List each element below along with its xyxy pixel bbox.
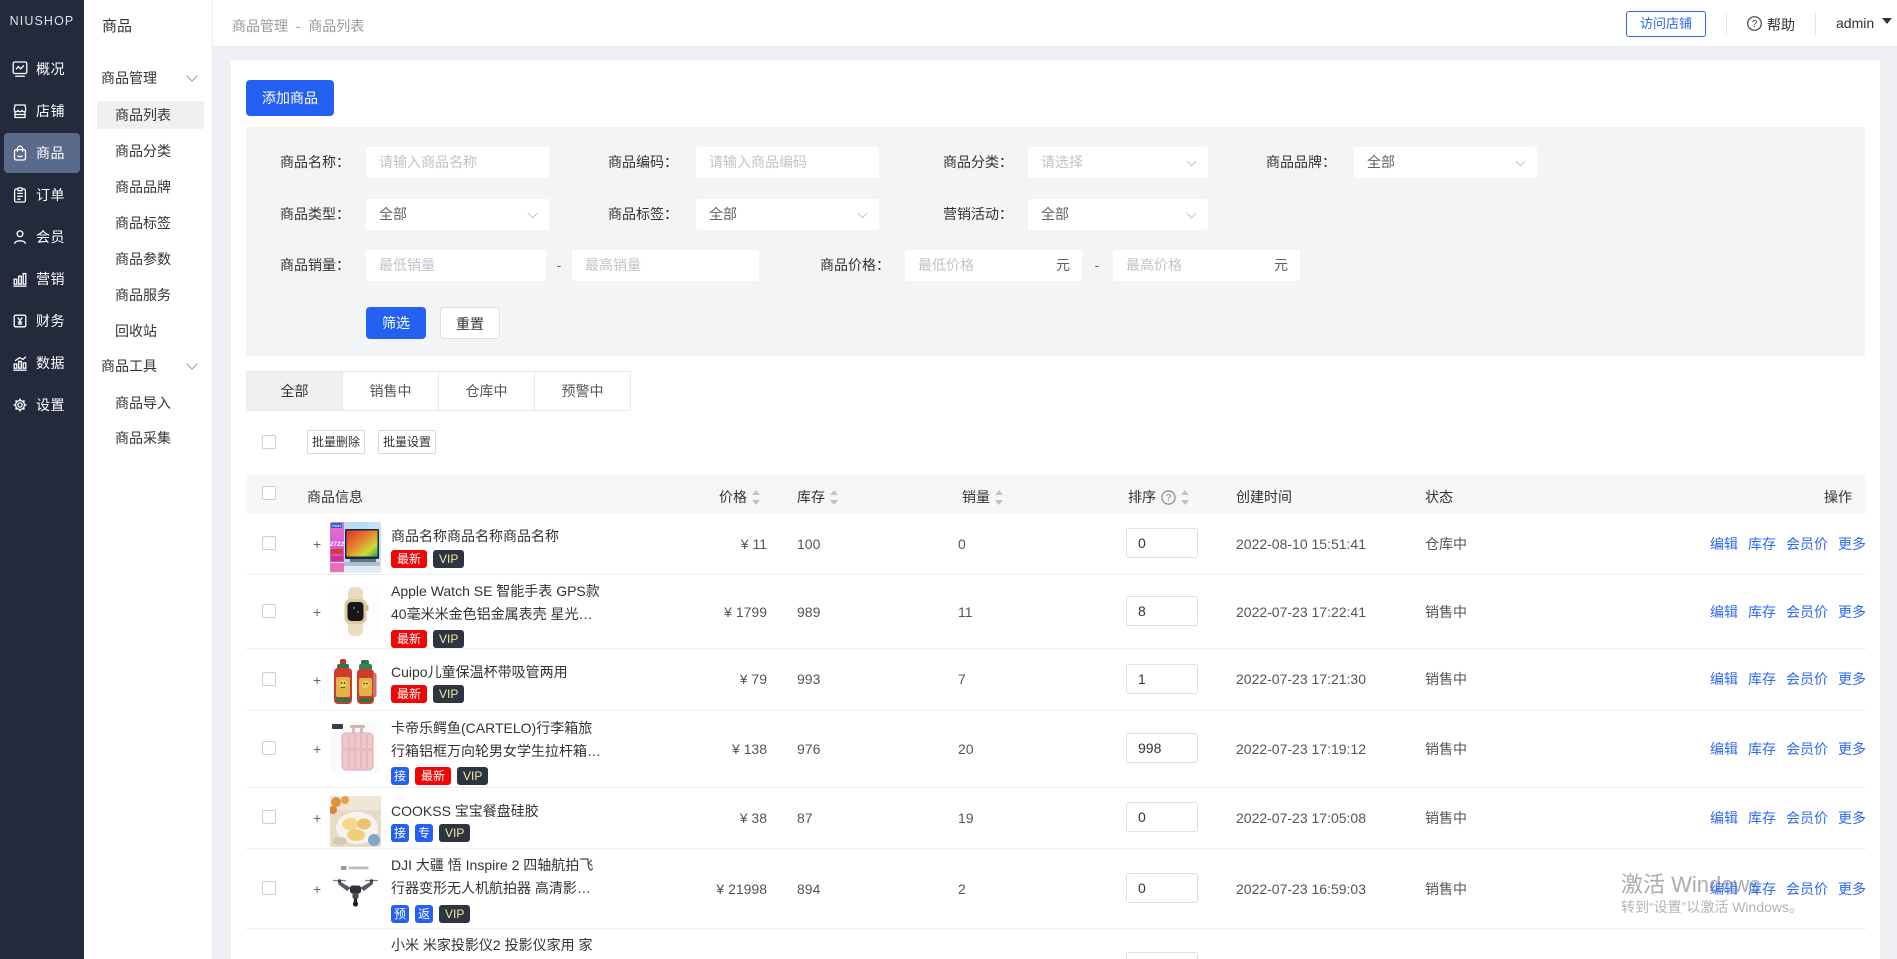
svg-text:?: ?: [1166, 493, 1172, 504]
svg-text:Haier: Haier: [332, 523, 342, 528]
svg-text:?: ?: [1752, 19, 1758, 30]
svg-text:2722: 2722: [330, 541, 345, 548]
